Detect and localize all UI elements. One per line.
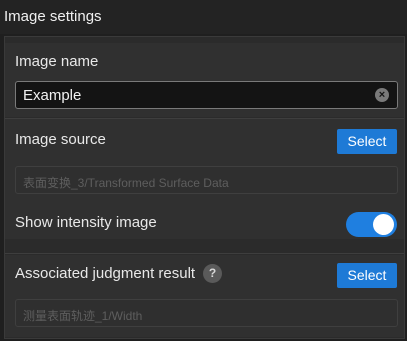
associated-result-field: 测量表面轨迹_1/Width [15,299,398,327]
associated-result-label: Associated judgment result [15,265,196,282]
toggle-knob [373,214,394,235]
image-name-section: Image name Example × [5,43,404,117]
image-name-input[interactable]: Example × [15,81,398,109]
image-name-value[interactable]: Example [23,87,81,104]
image-settings-panel: Image name Example × Image source Select… [4,36,405,339]
show-intensity-toggle[interactable] [346,212,397,237]
help-icon[interactable]: ? [203,264,222,283]
show-intensity-label: Show intensity image [15,214,157,231]
image-name-label: Image name [15,53,99,70]
image-source-section: Image source Select 表面变换_3/Transformed S… [5,119,404,239]
image-source-label: Image source [15,131,106,148]
associated-result-value: 测量表面轨迹_1/Width [23,309,143,323]
divider [5,253,404,254]
panel-header: Image settings [0,0,407,34]
associated-result-section: Associated judgment result ? Select 测量表面… [5,255,404,337]
associated-select-button[interactable]: Select [337,263,397,288]
panel-title: Image settings [4,8,102,25]
clear-icon[interactable]: × [375,88,389,102]
image-source-select-button[interactable]: Select [337,129,397,154]
image-source-value: 表面变换_3/Transformed Surface Data [23,176,229,190]
image-source-field: 表面变换_3/Transformed Surface Data [15,166,398,194]
